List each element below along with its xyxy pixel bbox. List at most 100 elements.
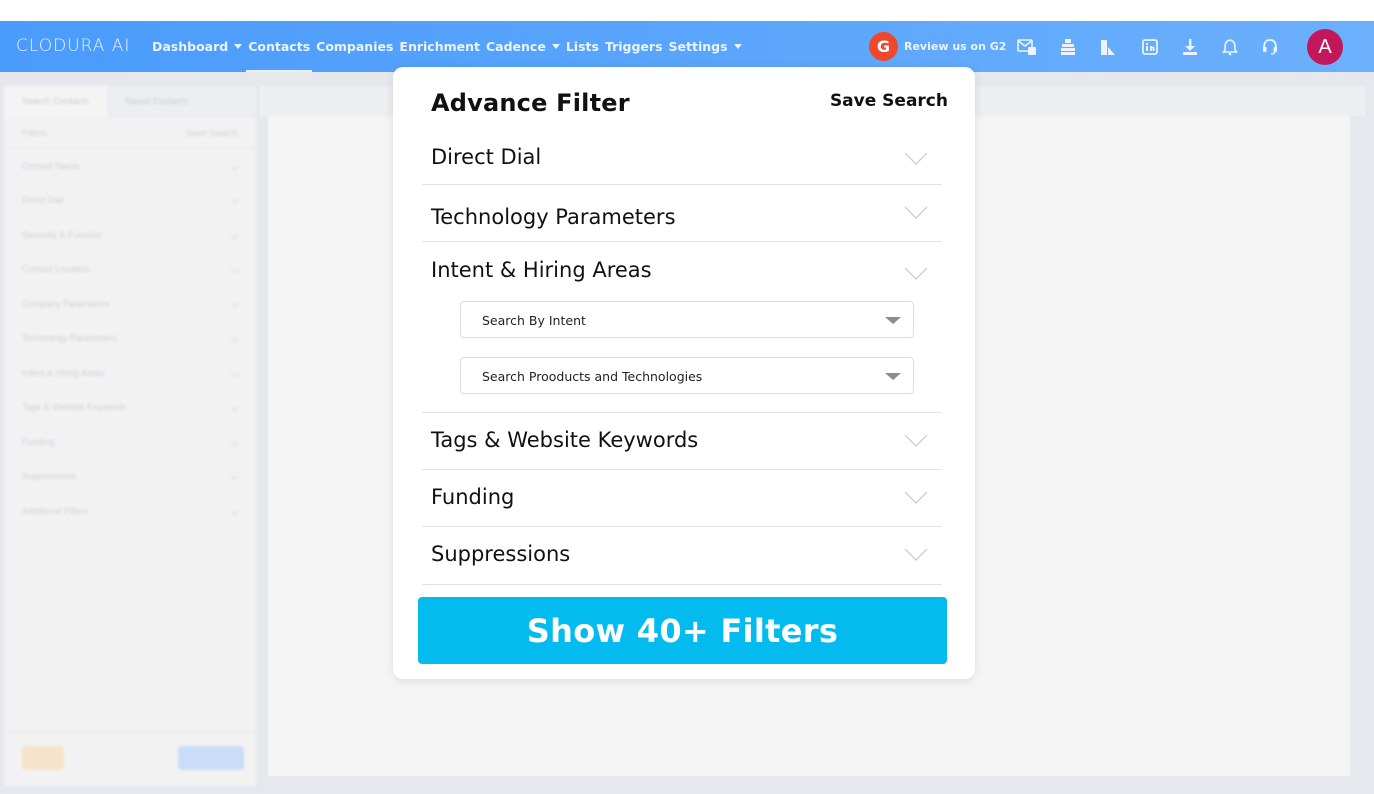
chevron-down-icon xyxy=(230,506,240,515)
reset-button[interactable] xyxy=(22,746,64,770)
sidebar-filter-item[interactable]: Intent & Hiring Areas xyxy=(4,356,256,391)
brand-logo[interactable]: CLODURA AI xyxy=(16,21,130,72)
accordion-label: Direct Dial xyxy=(431,145,542,169)
nav-label: Companies xyxy=(316,39,394,54)
search-products-technologies-dropdown[interactable]: Search Prooducts and Technologies xyxy=(460,357,914,394)
tab-search-contacts[interactable]: Search Contacts xyxy=(4,86,107,118)
sidebar-filter-item[interactable]: Suppressions xyxy=(4,460,256,494)
chevron-down-icon xyxy=(230,161,240,170)
sidebar-tabs: Search Contacts Saved Contacts xyxy=(4,86,256,118)
dropdown-placeholder: Search By Intent xyxy=(482,313,586,328)
bell-icon[interactable] xyxy=(1219,36,1241,58)
filter-item-label: Contact Location xyxy=(22,264,90,275)
show-more-filters-button[interactable]: Show 40+ Filters xyxy=(418,597,947,664)
filter-item-label: Additional Filters xyxy=(22,505,89,516)
chevron-down-icon xyxy=(230,472,240,481)
filter-item-label: Funding xyxy=(22,436,55,447)
advance-filter-modal: Advance Filter Save Search Direct Dial T… xyxy=(393,67,975,679)
sidebar-filter-item[interactable]: Technology Parameters xyxy=(4,322,256,356)
nav-lists[interactable]: Lists xyxy=(566,21,599,72)
chevron-down-icon xyxy=(904,152,928,166)
chevron-down-icon xyxy=(904,548,928,562)
buildings-icon[interactable] xyxy=(1097,36,1119,58)
nav-label: Triggers xyxy=(604,39,663,54)
filters-header: Filters Save Search xyxy=(4,118,256,149)
nav-triggers[interactable]: Triggers xyxy=(605,21,663,72)
chevron-down-icon xyxy=(230,437,240,446)
caret-down-icon xyxy=(551,44,560,49)
filters-sidebar: Search Contacts Saved Contacts Filters S… xyxy=(4,86,256,786)
accordion-label: Technology Parameters xyxy=(431,205,676,229)
nav-label: Cadence xyxy=(486,39,546,54)
chevron-down-icon xyxy=(230,403,240,412)
filter-item-label: Technology Parameters xyxy=(22,333,117,344)
chevron-down-icon xyxy=(230,196,240,205)
chevron-down-icon xyxy=(230,368,240,377)
nav-dashboard[interactable]: Dashboard xyxy=(152,21,243,72)
accordion-direct-dial[interactable]: Direct Dial xyxy=(422,135,942,185)
search-by-intent-dropdown[interactable]: Search By Intent xyxy=(460,301,914,338)
nav-label: Enrichment xyxy=(399,39,480,54)
accordion-technology-parameters[interactable]: Technology Parameters xyxy=(422,185,942,242)
caret-down-icon xyxy=(234,44,243,49)
nav-companies[interactable]: Companies xyxy=(316,21,393,72)
sidebar-filter-item[interactable]: Contact Name xyxy=(4,149,256,184)
chevron-down-icon[interactable] xyxy=(904,267,928,281)
accordion-label: Funding xyxy=(431,485,515,509)
filter-item-label: Suppressions xyxy=(22,471,77,482)
nav-contacts[interactable]: Contacts xyxy=(246,21,313,72)
modal-title: Advance Filter xyxy=(431,89,630,117)
sidebar-filter-item[interactable]: Contact Location xyxy=(4,253,256,287)
top-navbar: CLODURA AI Dashboard Contacts Companies … xyxy=(0,21,1374,72)
nav-label: Dashboard xyxy=(152,39,229,54)
user-avatar[interactable]: A xyxy=(1307,29,1343,65)
sidebar-filter-item[interactable]: Funding xyxy=(4,425,256,460)
sidebar-filter-item[interactable]: Direct Dial xyxy=(4,184,256,218)
save-search-button[interactable]: Save Search xyxy=(830,91,948,111)
filter-item-label: Seniority & Function xyxy=(22,229,103,240)
nav-enrichment[interactable]: Enrichment xyxy=(399,21,480,72)
chevron-down-icon xyxy=(230,230,240,239)
caret-down-icon xyxy=(733,44,742,49)
accordion-tags-website-keywords[interactable]: Tags & Website Keywords xyxy=(422,413,942,470)
search-button[interactable] xyxy=(178,746,244,770)
accordion-label: Tags & Website Keywords xyxy=(431,428,699,452)
filter-item-label: Tags & Website Keywords xyxy=(22,402,127,413)
download-icon[interactable] xyxy=(1179,36,1201,58)
filter-item-label: Intent & Hiring Areas xyxy=(22,367,105,378)
dropdown-placeholder: Search Prooducts and Technologies xyxy=(482,369,703,384)
accordion-label: Suppressions xyxy=(431,542,571,566)
sidebar-filter-item[interactable]: Additional Filters xyxy=(4,494,256,529)
sidebar-filter-item[interactable]: Tags & Website Keywords xyxy=(4,391,256,425)
accordion-funding[interactable]: Funding xyxy=(422,470,942,527)
g2-review-label: Review us on G2 xyxy=(904,40,1007,53)
sidebar-filter-item[interactable]: Company Parameters xyxy=(4,287,256,322)
email-ai-icon[interactable] xyxy=(1016,36,1038,58)
tab-saved-contacts[interactable]: Saved Contacts xyxy=(107,86,207,118)
nav-cadence[interactable]: Cadence xyxy=(486,21,560,72)
nav-label: Settings xyxy=(668,39,728,54)
sidebar-save-search[interactable]: Save Search xyxy=(186,128,238,138)
caret-down-icon xyxy=(885,373,901,380)
chevron-down-icon xyxy=(904,206,928,220)
org-chart-icon[interactable] xyxy=(1057,36,1079,58)
nav-label: Lists xyxy=(565,39,599,54)
filters-heading: Filters xyxy=(22,128,47,138)
chevron-down-icon xyxy=(230,265,240,274)
accordion-suppressions[interactable]: Suppressions xyxy=(422,527,942,585)
sidebar-footer xyxy=(4,731,256,786)
nav-settings[interactable]: Settings xyxy=(669,21,742,72)
linkedin-icon[interactable] xyxy=(1139,36,1161,58)
accordion-label[interactable]: Intent & Hiring Areas xyxy=(431,258,652,282)
g2-review-link[interactable]: G Review us on G2 xyxy=(869,32,1006,61)
sidebar-filter-item[interactable]: Seniority & Function xyxy=(4,218,256,253)
chevron-down-icon xyxy=(230,299,240,308)
filter-item-label: Contact Name xyxy=(22,160,80,171)
support-headset-icon[interactable] xyxy=(1259,36,1281,58)
chevron-down-icon xyxy=(904,434,928,448)
nav-links: Dashboard Contacts Companies Enrichment … xyxy=(152,21,748,72)
nav-label: Contacts xyxy=(248,39,311,54)
chevron-down-icon xyxy=(904,491,928,505)
filter-item-label: Company Parameters xyxy=(22,298,110,309)
caret-down-icon xyxy=(885,317,901,324)
